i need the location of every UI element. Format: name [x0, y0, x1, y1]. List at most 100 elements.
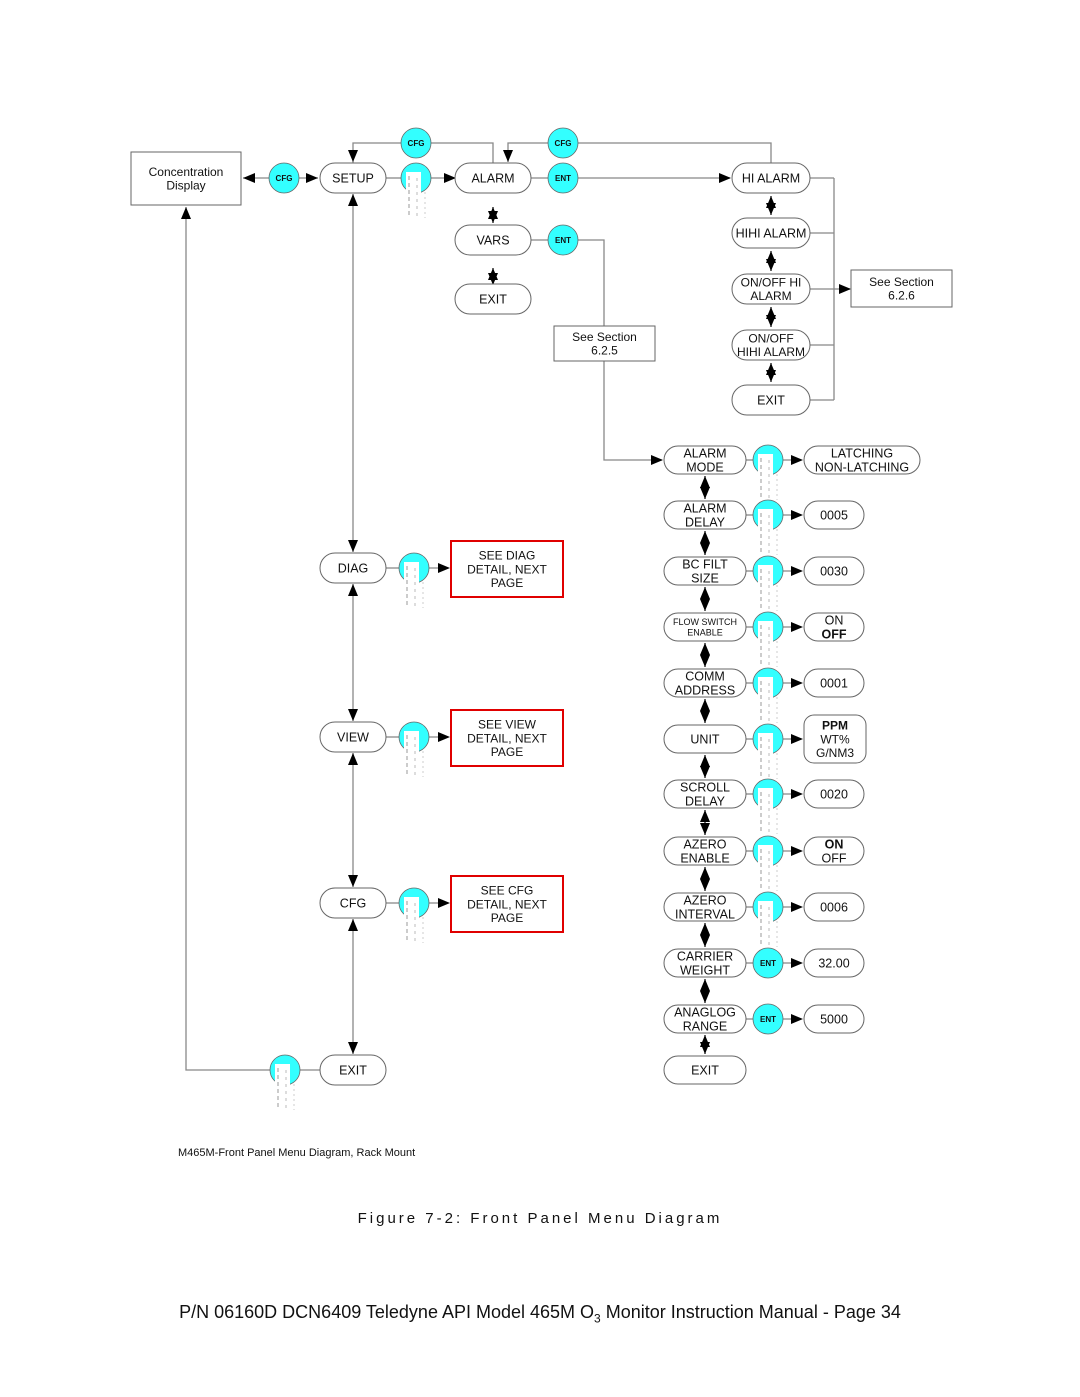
alarm-submenu-item-label-line: ON/OFF HI	[741, 275, 802, 289]
concentration-display-box-text-line: Display	[166, 179, 205, 193]
vars-value-line: LATCHING	[831, 446, 893, 460]
vars-item-label: ALARM MODE	[683, 446, 726, 474]
arrowhead	[791, 455, 803, 465]
scroll-key-vars-item-keypad	[758, 788, 773, 838]
vars-item-label-line: DELAY	[685, 516, 726, 530]
double-arrow-down	[700, 823, 710, 835]
scroll-key-vars-item-keypad	[758, 901, 773, 951]
alarm-submenu-item-label-line: HIHI ALARM	[737, 345, 805, 359]
see-cfg-detail-box-text-line: PAGE	[491, 911, 523, 925]
vars-item-label-line: INTERVAL	[675, 908, 735, 922]
scroll-key-vars-item-keypad	[758, 565, 773, 615]
see-section-626-box-text-line: See Section	[869, 275, 934, 289]
scroll-key-vars-item-keypad	[758, 677, 773, 727]
double-arrow-up	[700, 699, 710, 711]
vars-item-label-line: SCROLL	[680, 780, 730, 794]
arrowhead	[791, 734, 803, 744]
menu-arrow-up	[348, 753, 358, 765]
menu-arrow-down	[348, 875, 358, 887]
scroll-key-cfg-keypad	[404, 897, 419, 947]
double-arrow-down	[700, 991, 710, 1003]
front-panel-menu-diagram: Concentration Display CFG SETUP CFG ALARM CFG E…	[130, 127, 953, 1114]
arrowhead	[503, 150, 513, 162]
arrowhead	[444, 173, 456, 183]
arrowhead	[438, 563, 450, 573]
cfg-node-label-line: CFG	[340, 897, 366, 911]
scroll-key-diag-keypad	[404, 562, 419, 612]
double-arrow-down	[766, 259, 776, 271]
double-arrow-down	[700, 766, 710, 778]
vars-value-line: WT%	[820, 732, 850, 746]
cfg-key-alarm-label: CFG	[555, 139, 572, 148]
vars-item-label-line: COMM	[685, 669, 725, 683]
double-arrow-up	[700, 531, 710, 543]
see-section-625-box-text-line: See Section	[572, 330, 637, 344]
concentration-display-box-text-line: Concentration	[149, 165, 224, 179]
double-arrow-up	[700, 923, 710, 935]
vars-item-label-line: MODE	[686, 461, 724, 475]
vars-value: 5000	[820, 1013, 848, 1027]
vars-value-line: PPM	[822, 719, 848, 733]
vars-item-label-line: ADDRESS	[675, 684, 735, 698]
vars-item-label-line: RANGE	[683, 1020, 727, 1034]
main-exit-node-label-line: EXIT	[339, 1064, 367, 1078]
arrowhead	[791, 789, 803, 799]
footer-subscript: 3	[594, 1311, 601, 1326]
alarm-submenu-item-label-line: ON/OFF	[748, 331, 793, 345]
double-arrow-down	[766, 203, 776, 215]
vars-item-label: SCROLL DELAY	[680, 780, 730, 808]
menu-arrow-up	[348, 194, 358, 206]
vars-value-line: 0030	[820, 565, 848, 579]
double-arrow-down	[700, 543, 710, 555]
footer-prefix: P/N 06160D DCN6409 Teledyne API Model 46…	[179, 1302, 595, 1322]
vars-node-label: VARS	[476, 234, 509, 248]
vars-item-label: CARRIER WEIGHT	[677, 949, 733, 977]
scroll-key-vars-item-keypad	[758, 454, 773, 504]
vars-value: 0006	[820, 901, 848, 915]
vars-item-label: ANAGLOG RANGE	[674, 1005, 736, 1033]
vars-value: 0005	[820, 509, 848, 523]
double-arrow-up	[700, 867, 710, 879]
scroll-key-exit-keypad	[275, 1064, 290, 1114]
vars-item-label: ALARM DELAY	[683, 501, 726, 529]
ent-key-vars-item-label: ENT	[760, 959, 776, 968]
view-node-label: VIEW	[337, 731, 369, 745]
arrowhead	[438, 732, 450, 742]
arrowhead	[791, 846, 803, 856]
vars-item-label-line: EXIT	[691, 1064, 719, 1078]
arrowhead	[243, 173, 255, 183]
vars-item-label-line: ALARM	[683, 501, 726, 515]
double-arrow-down	[700, 487, 710, 499]
diag-node-label: DIAG	[338, 562, 369, 576]
diag-node-label-line: DIAG	[338, 562, 369, 576]
arrowhead	[791, 1014, 803, 1024]
double-arrow-up	[700, 979, 710, 991]
arrowhead	[348, 150, 358, 162]
view-node-label-line: VIEW	[337, 731, 369, 745]
vars-item-label-line: ENABLE	[680, 852, 729, 866]
see-section-626-box-text-line: 6.2.6	[888, 289, 915, 303]
menu-arrow-up	[348, 919, 358, 931]
page-footer: P/N 06160D DCN6409 Teledyne API Model 46…	[0, 1302, 1080, 1326]
ent-key-vars-item-label: ENT	[760, 1015, 776, 1024]
arrowhead	[791, 678, 803, 688]
alarm-node-label-line: ALARM	[471, 172, 514, 186]
arrowhead	[791, 510, 803, 520]
setup-exit-node-label-line: EXIT	[479, 293, 507, 307]
vars-item-label: AZERO INTERVAL	[675, 893, 735, 921]
footer-suffix: Monitor Instruction Manual - Page 34	[600, 1302, 901, 1322]
scroll-key-view-keypad	[404, 731, 419, 781]
ent-key-vars-label: ENT	[555, 236, 571, 245]
alarm-submenu-item-label: HI ALARM	[742, 172, 800, 186]
cfg-node-label: CFG	[340, 897, 366, 911]
arrowhead	[791, 958, 803, 968]
alarm-submenu-item-label-line: HI ALARM	[742, 172, 800, 186]
vars-item-label-line: ALARM	[683, 446, 726, 460]
double-arrow-down	[700, 935, 710, 947]
connector-line	[507, 142, 548, 162]
see-diag-detail-box-text-line: PAGE	[491, 576, 523, 590]
vars-value-line: OFF	[822, 628, 847, 642]
double-arrow-down	[700, 655, 710, 667]
see-view-detail-box-text-line: DETAIL, NEXT	[467, 731, 547, 745]
ent-key-alarm-label: ENT	[555, 174, 571, 183]
